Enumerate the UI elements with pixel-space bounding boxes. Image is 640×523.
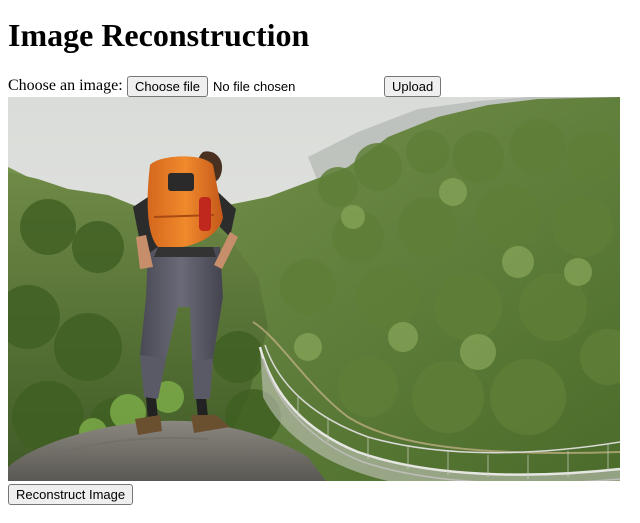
uploaded-photo	[8, 97, 620, 481]
choose-file-button[interactable]: Choose file	[127, 76, 209, 97]
upload-button[interactable]: Upload	[384, 76, 442, 97]
choose-image-label: Choose an image:	[8, 77, 123, 94]
page-title: Image Reconstruction	[8, 17, 310, 53]
upload-form: Choose an image: Choose file No file cho…	[8, 76, 632, 98]
reconstruct-image-button[interactable]: Reconstruct Image	[8, 484, 134, 505]
file-status-text: No file chosen	[213, 79, 296, 94]
